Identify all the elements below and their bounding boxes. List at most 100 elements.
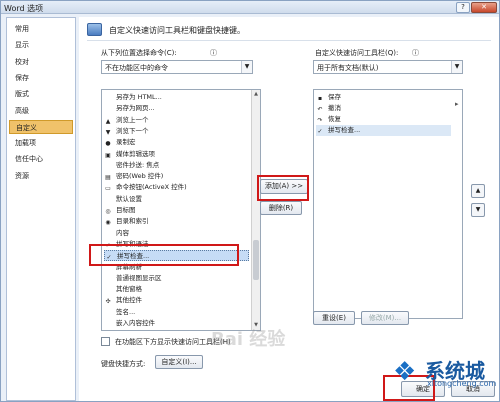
save-icon: ▪ [317,95,323,102]
heading-text: 自定义快速访问工具栏和键盘快捷键。 [109,26,245,35]
info-icon: ⓘ [412,49,419,57]
toolbar-commands-list[interactable]: ▸ ▪ 保存 ↶ 撤消 ↷ 恢复 ✓ 拼写检查... [313,89,463,319]
command-list-item[interactable]: 普通视图显示区 [104,273,249,284]
arrow-up-icon: ▲ [105,117,111,125]
command-label: 目录和索引 [116,217,149,226]
nav-item[interactable]: 加载项 [9,136,73,150]
command-list-item[interactable]: 另存为 HTML... [104,92,249,103]
toolbar-scope-combo[interactable]: 用于所有文档(默认) ▼ [313,60,463,74]
undo-icon: ↶ [317,106,323,113]
spelling-icon: ✓ [105,241,111,249]
move-down-button[interactable]: ▼ [471,203,485,217]
options-nav: 常用显示校对保存版式高级 自定义加载项信任中心资源 [6,17,76,401]
document-icon [104,92,112,100]
nav-item[interactable]: 信任中心 [9,152,73,166]
command-list-item[interactable]: ✓ 拼写和语法 [104,239,249,250]
media-icon: ▣ [105,151,111,159]
spell-check-icon: ✓ [317,128,323,135]
toolbar-list-item[interactable]: ✓ 拼写检查... [316,125,451,136]
blank-icon [104,273,112,281]
nav-item[interactable]: 版式 [9,87,73,101]
command-list-item[interactable]: ▲ 浏览上一个 [104,115,249,126]
chevron-down-icon[interactable]: ▼ [241,61,252,73]
watermark-url: xitongcheng.com [427,379,497,388]
nav-item[interactable]: 校对 [9,55,73,69]
command-label: 普通视图显示区 [116,273,162,282]
command-label: 命令按钮(ActiveX 控件) [116,183,187,192]
blank-icon [104,160,112,168]
commands-list[interactable]: ▲ ▼ 另存为 HTML... 另存为网页... ▲ 浏览上一个 ▼ 浏览下一个 ● 录制宏 ▣… [101,89,261,331]
command-list-item[interactable]: 内容 [104,228,249,239]
blank-icon [104,284,112,292]
command-label: 签名... [116,307,136,316]
choose-commands-value: 不在功能区中的命令 [105,64,168,72]
nav-item[interactable]: 资源 [9,169,73,183]
modify-button: 修改(M)... [361,311,409,325]
command-list-item[interactable]: 密件抄送: 焦点 [104,160,249,171]
password-icon: ▤ [105,174,111,182]
window-title: Word 选项 [4,4,44,13]
command-label: 其他控件 [116,296,142,305]
command-label: 另存为 HTML... [116,93,162,101]
blank-icon [104,318,112,326]
reset-button[interactable]: 重设(E) [313,311,355,325]
choose-commands-combo[interactable]: 不在功能区中的命令 ▼ [101,60,253,74]
command-list-item[interactable]: ▤ 密码(Web 控件) [104,171,249,182]
keyboard-shortcuts-label: 键盘快捷方式: [101,360,146,368]
command-list-item[interactable]: ◉ 目录和索引 [104,216,249,227]
help-button[interactable]: ? [456,2,470,13]
expand-icon: ▸ [455,100,459,108]
add-button[interactable]: 添加(A) >> [260,179,308,194]
command-list-item[interactable]: ● 录制宏 [104,137,249,148]
toolbar-scope-value: 用于所有文档(默认) [317,64,379,72]
choose-commands-label: 从下列位置选择命令(C): [101,49,177,57]
close-button[interactable]: ✕ [471,2,497,13]
commands-scrollbar[interactable]: ▲ ▼ [251,90,260,330]
command-label: 目标图 [116,206,136,214]
command-list-item[interactable]: ▼ 浏览下一个 [104,126,249,137]
customize-keyboard-button[interactable]: 自定义(I)... [155,355,203,369]
nav-item[interactable]: 自定义 [9,119,73,134]
macro-icon: ● [105,140,111,148]
controls-icon: ✣ [105,298,111,306]
scroll-thumb[interactable] [253,240,259,280]
nav-item[interactable]: 高级 [9,104,73,118]
nav-item[interactable]: 保存 [9,71,73,85]
toolbar-list-item[interactable]: ↶ 撤消 [316,103,451,114]
command-label: 媒体剪辑选项 [116,149,155,158]
command-list-item[interactable]: 屏幕刷新 [104,262,249,273]
command-list-item[interactable]: ✣ 其他控件 [104,295,249,306]
command-list-item[interactable]: ✓ 拼写检查... [104,250,249,262]
customize-toolbar-label: 自定义快速访问工具栏(Q): [315,49,399,57]
command-label: 拼写检查... [117,252,150,261]
move-up-button[interactable]: ▲ [471,184,485,198]
command-label: 内容 [116,228,129,237]
index-icon: ◉ [105,219,111,227]
blank-icon [104,262,112,270]
toolbar-list-item[interactable]: ▪ 保存 [316,92,451,103]
command-list-item[interactable]: 默认设置 [104,194,249,205]
target-icon: ◎ [105,208,111,215]
command-list-item[interactable]: ▭ 命令按钮(ActiveX 控件) [104,182,249,193]
show-below-ribbon-checkbox[interactable] [101,337,110,346]
baidu-watermark: Bai 经验 [211,329,286,350]
command-list-item[interactable]: ▣ 媒体剪辑选项 [104,149,249,160]
nav-item[interactable]: 常用 [9,22,73,36]
command-label: 屏幕刷新 [116,262,142,271]
command-list-item[interactable]: 其他窗格 [104,284,249,295]
customize-panel: 自定义快速访问工具栏和键盘快捷键。 从下列位置选择命令(C): ⓘ 不在功能区中… [79,17,499,401]
scroll-up-icon[interactable]: ▲ [252,90,260,99]
arrow-down-icon: ▼ [105,128,111,136]
site-watermark: ❖ 系统城 xitongcheng.com [393,351,499,401]
chevron-down-icon[interactable]: ▼ [451,61,462,73]
command-list-item[interactable]: ◎ 目标图 [104,205,249,216]
command-label: 嵌入内容控件 [116,319,155,327]
command-list-item[interactable]: 签名... [104,307,249,318]
blank-icon [104,228,112,236]
toolbar-list-item[interactable]: ↷ 恢复 [316,114,451,125]
command-list-item[interactable]: 另存为网页... [104,103,249,114]
nav-item[interactable]: 显示 [9,38,73,52]
remove-button[interactable]: 删除(R) [260,201,302,215]
command-label: 拼写和语法 [116,239,149,248]
command-label: 密码(Web 控件) [116,172,164,181]
